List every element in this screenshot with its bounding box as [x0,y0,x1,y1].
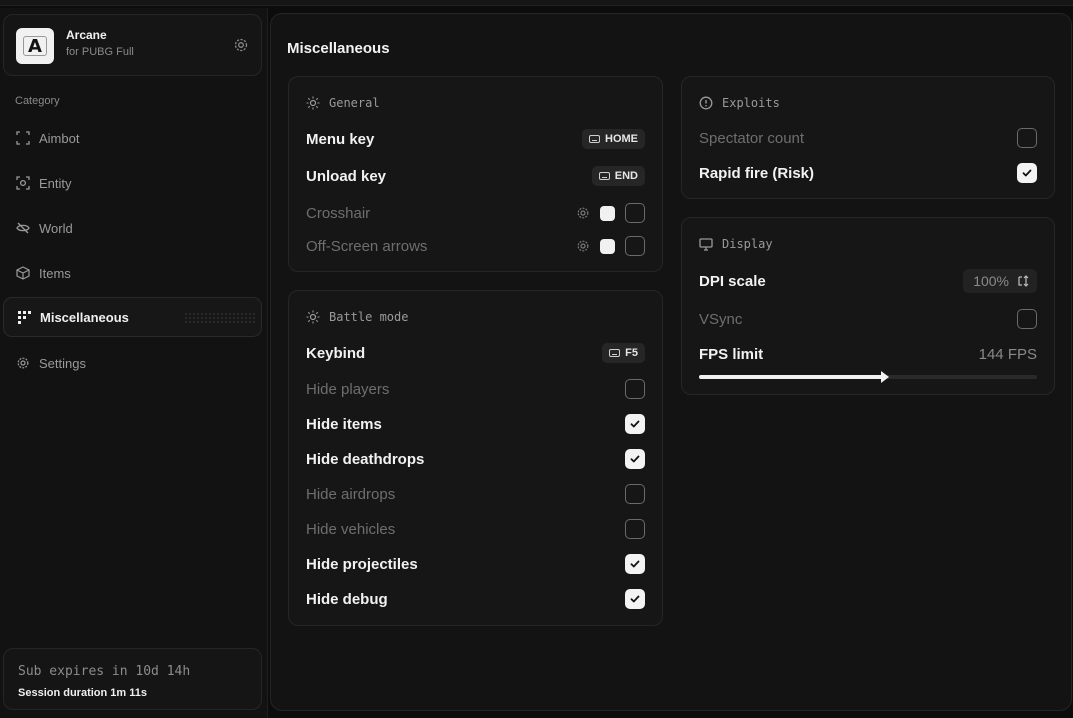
check-icon [630,455,640,463]
stepper-icon[interactable] [1017,275,1029,287]
brand-card: A Arcane for PUBG Full [3,14,262,76]
gear-icon[interactable] [576,206,590,220]
offscreen-arrows-row: Off-Screen arrows [306,233,645,259]
app-name: Arcane [66,28,107,42]
check-icon [630,420,640,428]
gear-icon [16,356,30,370]
keyboard-icon [598,172,610,180]
sun-icon [306,310,320,324]
subscription-box: Sub expires in 10d 14h Session duration … [3,648,262,710]
vsync-row: VSync [699,306,1037,332]
keyboard-icon [589,135,600,143]
main-panel: Miscellaneous General Menu key HOME Unlo… [270,13,1072,711]
display-card: Display DPI scale 100% VSync FPS limit 1… [681,217,1055,395]
crosshair-row: Crosshair [306,200,645,226]
sidebar-item-world[interactable]: World [3,208,262,248]
fps-slider-handle[interactable] [880,371,889,383]
general-header: General [306,96,380,110]
eye-off-icon [16,221,30,235]
sidebar-item-settings[interactable]: Settings [3,343,262,383]
battle-mode-header: Battle mode [306,310,408,324]
scan-face-icon [16,176,30,190]
exploits-header: Exploits [699,96,780,110]
battle-mode-card: Battle mode Keybind F5 Hide players Hide … [288,290,663,626]
category-label: Category [15,95,60,107]
offscreen-color-swatch[interactable] [600,238,615,254]
sub-expires-text: Sub expires in 10d 14h [18,664,191,679]
hide-players-row: Hide players [306,376,645,402]
app-logo: A [16,28,54,64]
alert-circle-icon [699,96,713,110]
hide-projectiles-checkbox[interactable] [625,554,645,574]
general-card: General Menu key HOME Unload key END Cro… [288,76,663,272]
spectator-count-checkbox[interactable] [1017,128,1037,148]
offscreen-arrows-checkbox[interactable] [625,236,645,256]
menu-key-button[interactable]: HOME [582,129,645,149]
dpi-scale-row: DPI scale 100% [699,268,1037,294]
box-icon [16,266,30,280]
hide-projectiles-row: Hide projectiles [306,551,645,577]
check-icon [630,595,640,603]
session-duration-text: Session duration 1m 11s [18,687,147,699]
hide-deathdrops-checkbox[interactable] [625,449,645,469]
hide-players-checkbox[interactable] [625,379,645,399]
check-icon [1022,169,1032,177]
hide-items-checkbox[interactable] [625,414,645,434]
crosshair-frame-icon [16,131,30,145]
dpi-scale-input[interactable]: 100% [963,269,1037,293]
battle-keybind-button[interactable]: F5 [602,343,645,363]
spectator-count-row: Spectator count [699,125,1037,151]
sidebar: A Arcane for PUBG Full Category Aimbot E… [0,8,268,718]
hide-deathdrops-row: Hide deathdrops [306,446,645,472]
gear-icon[interactable] [233,37,249,53]
fps-limit-row: FPS limit 144 FPS [699,345,1037,363]
rapid-fire-risk-row: Rapid fire (Risk) [699,160,1037,186]
window-top-bar [0,0,1073,6]
hide-vehicles-checkbox[interactable] [625,519,645,539]
keyboard-icon [609,349,621,357]
page-title: Miscellaneous [287,40,390,57]
exploits-card: Exploits Spectator count Rapid fire (Risk… [681,76,1055,199]
sun-icon [306,96,320,110]
hide-items-row: Hide items [306,411,645,437]
hide-vehicles-row: Hide vehicles [306,516,645,542]
fps-limit-value: 144 FPS [978,345,1037,363]
unload-key-row: Unload key END [306,163,645,189]
hide-airdrops-checkbox[interactable] [625,484,645,504]
gear-icon[interactable] [576,239,590,253]
sidebar-item-aimbot[interactable]: Aimbot [3,118,262,158]
active-pattern [184,312,256,324]
display-header: Display [699,237,773,251]
app-subtitle: for PUBG Full [66,46,134,58]
monitor-icon [699,237,713,251]
fps-limit-slider[interactable] [699,371,1037,383]
check-icon [630,560,640,568]
hide-airdrops-row: Hide airdrops [306,481,645,507]
keybind-row: Keybind F5 [306,340,645,366]
sidebar-item-items[interactable]: Items [3,253,262,293]
crosshair-checkbox[interactable] [625,203,645,223]
rapid-fire-risk-checkbox[interactable] [1017,163,1037,183]
hide-debug-row: Hide debug [306,586,645,612]
unload-key-button[interactable]: END [591,166,645,186]
vsync-checkbox[interactable] [1017,309,1037,329]
crosshair-color-swatch[interactable] [600,205,615,221]
grid-icon [17,310,31,324]
fps-slider-fill [699,375,885,379]
menu-key-row: Menu key HOME [306,126,645,152]
hide-debug-checkbox[interactable] [625,589,645,609]
sidebar-item-entity[interactable]: Entity [3,163,262,203]
sidebar-item-miscellaneous[interactable]: Miscellaneous [3,297,262,337]
